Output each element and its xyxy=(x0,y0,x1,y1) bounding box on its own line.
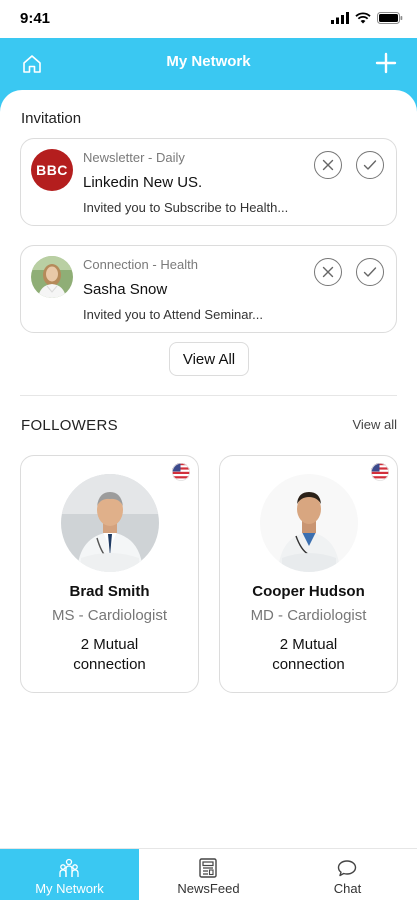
invitation-card[interactable]: BBC Newsletter - Daily Linkedin New US. … xyxy=(20,138,397,226)
follower-role: MD - Cardiologist xyxy=(250,607,367,624)
invitation-meta: Newsletter - Daily xyxy=(83,150,185,165)
follower-name: Brad Smith xyxy=(69,583,150,600)
cellular-signal-icon xyxy=(331,12,349,24)
accept-button[interactable] xyxy=(356,151,384,179)
decline-button[interactable] xyxy=(314,151,342,179)
cooper-hudson-avatar xyxy=(260,474,358,572)
follower-name: Cooper Hudson xyxy=(252,583,365,600)
status-time: 9:41 xyxy=(20,10,51,27)
doctor-photo xyxy=(260,474,358,572)
invitation-name: Sasha Snow xyxy=(83,281,168,298)
status-bar: 9:41 xyxy=(0,0,417,38)
nav-item-my-network[interactable]: My Network xyxy=(0,849,139,900)
invitation-description: Invited you to Attend Seminar... xyxy=(83,307,263,322)
close-icon xyxy=(322,159,334,171)
us-flag-icon xyxy=(172,463,190,481)
nav-label: My Network xyxy=(35,881,104,896)
invitation-description: Invited you to Subscribe to Health... xyxy=(83,200,289,215)
close-icon xyxy=(322,266,334,278)
nav-item-chat[interactable]: Chat xyxy=(278,849,417,900)
nav-label: NewsFeed xyxy=(177,881,240,896)
page-title: My Network xyxy=(166,53,251,70)
brad-smith-avatar xyxy=(61,474,159,572)
sasha-snow-avatar xyxy=(31,256,73,298)
check-icon xyxy=(363,160,377,170)
add-icon[interactable] xyxy=(375,52,397,74)
invitation-type: Connection xyxy=(83,257,149,272)
nav-item-newsfeed[interactable]: NewsFeed xyxy=(139,849,278,900)
followers-section-title: FOLLOWERS xyxy=(21,417,118,434)
bottom-navigation: My Network NewsFeed Chat xyxy=(0,848,417,900)
decline-button[interactable] xyxy=(314,258,342,286)
battery-icon xyxy=(377,12,403,24)
follower-role: MS - Cardiologist xyxy=(51,607,168,624)
status-icons xyxy=(331,11,403,25)
mutual-connections: 2 Mutual connection xyxy=(272,636,345,673)
doctor-photo xyxy=(61,474,159,572)
person-photo xyxy=(31,256,73,298)
us-flag-icon xyxy=(371,463,389,481)
mutual-connections: 2 Mutual connection xyxy=(73,636,146,673)
wifi-icon xyxy=(355,12,371,24)
invitation-name: Linkedin New US. xyxy=(83,174,203,191)
meta-separator: - xyxy=(148,150,156,165)
main-content: Invitation BBC Newsletter - Daily Linked… xyxy=(0,90,417,848)
invitation-meta: Connection - Health xyxy=(83,257,198,272)
invitation-category: Health xyxy=(160,257,198,272)
invitations-view-all-button[interactable]: View All xyxy=(169,342,249,376)
followers-view-all-link[interactable]: View all xyxy=(352,417,397,432)
invitation-card[interactable]: Connection - Health Sasha Snow Invited y… xyxy=(20,245,397,333)
follower-card[interactable]: Cooper Hudson MD - Cardiologist 2 Mutual… xyxy=(219,455,398,693)
invitation-category: Daily xyxy=(156,150,185,165)
newsfeed-icon xyxy=(199,858,217,878)
chat-icon xyxy=(337,860,357,877)
bbc-logo-avatar: BBC xyxy=(31,149,73,191)
accept-button[interactable] xyxy=(356,258,384,286)
check-icon xyxy=(363,267,377,277)
network-icon xyxy=(59,858,79,877)
section-divider xyxy=(20,395,397,396)
follower-card[interactable]: Brad Smith MS - Cardiologist 2 Mutual co… xyxy=(20,455,199,693)
invitation-type: Newsletter xyxy=(83,150,145,165)
nav-label: Chat xyxy=(333,881,362,896)
invitation-section-title: Invitation xyxy=(21,110,82,127)
